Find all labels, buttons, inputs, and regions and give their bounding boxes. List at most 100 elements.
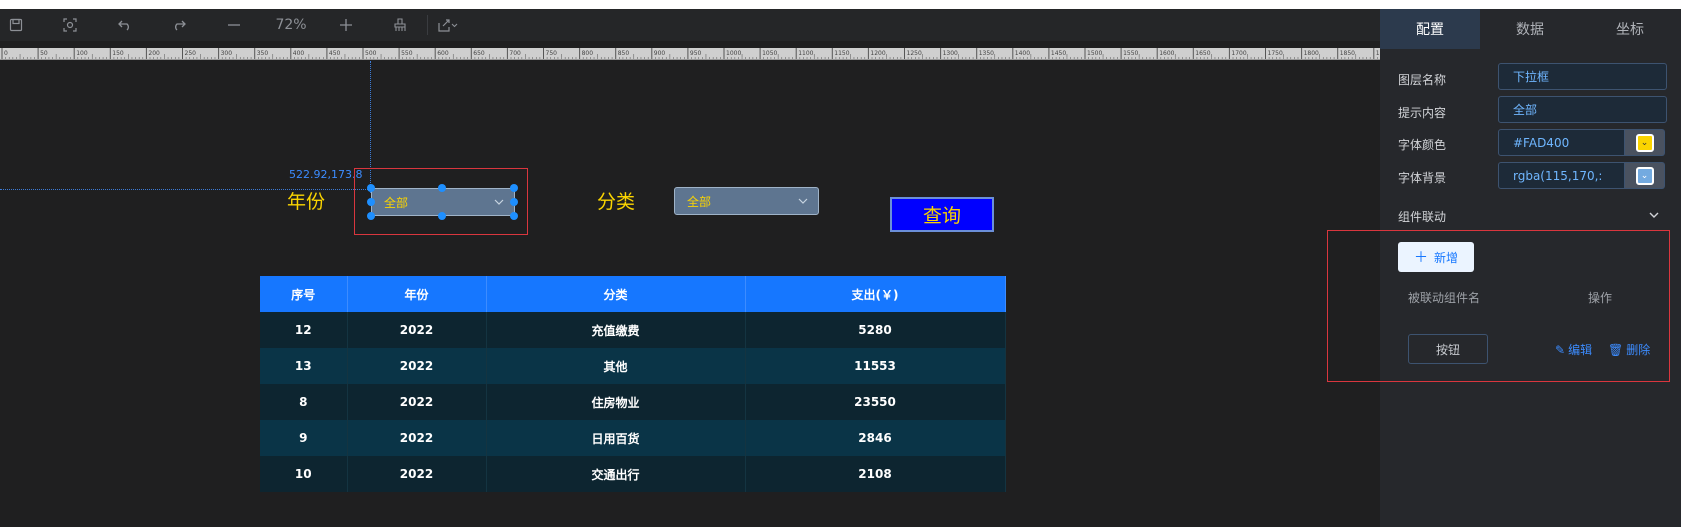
save-icon[interactable]	[8, 15, 24, 35]
ruler-tick-label: 700	[509, 50, 521, 57]
config-panel: 配置 数据 坐标 图层名称 下拉框 提示内容 全部 字体颜色 #FAD400 ⌄…	[1327, 9, 1681, 527]
clear-icon[interactable]	[392, 15, 408, 35]
resize-handle[interactable]	[438, 212, 446, 220]
font-bg-picker[interactable]: ⌄	[1625, 162, 1665, 189]
table-cell: 13	[260, 348, 348, 384]
ruler-tick-label: 1450	[1051, 50, 1066, 57]
ruler-tick-label: 1350	[979, 50, 994, 57]
linkage-highlight-frame	[1327, 230, 1670, 382]
table-row[interactable]: 10 2022 交通出行 2108	[260, 456, 1006, 492]
ruler-tick-label: 1600	[1159, 50, 1174, 57]
ruler-tick-label: 1550	[1123, 50, 1138, 57]
table-cell: 交通出行	[486, 456, 746, 492]
query-button[interactable]: 查询	[890, 197, 994, 232]
linked-component-name[interactable]: 按钮	[1408, 334, 1488, 364]
ruler-tick-label: 300	[221, 50, 233, 57]
resize-handle[interactable]	[367, 184, 375, 192]
ruler-tick-label: 1300	[943, 50, 958, 57]
edit-icon: ✎	[1555, 342, 1566, 357]
table-row[interactable]: 13 2022 其他 11553	[260, 348, 1006, 384]
ruler-tick-label: 0	[4, 50, 8, 57]
table-cell: 住房物业	[486, 384, 746, 420]
toolbar: 72%	[0, 9, 1380, 41]
year-select-value: 全部	[384, 195, 409, 210]
ruler-tick-label: 1850	[1340, 50, 1355, 57]
ruler-tick-label: 550	[401, 50, 413, 57]
table-cell: 12	[260, 312, 348, 348]
layer-name-label: 图层名称	[1398, 73, 1447, 87]
table-cell: 2022	[347, 348, 487, 384]
zoom-level: 72%	[275, 17, 307, 33]
table-row[interactable]: 9 2022 日用百货 2846	[260, 420, 1006, 456]
ruler-tick-label: 1750	[1268, 50, 1283, 57]
delete-link[interactable]: 🗑 删除	[1608, 341, 1650, 358]
zoom-out-icon[interactable]	[226, 15, 242, 35]
table-row[interactable]: 8 2022 住房物业 23550	[260, 384, 1006, 420]
resize-handle[interactable]	[438, 184, 446, 192]
ruler-tick-label: 1500	[1087, 50, 1102, 57]
ruler-tick-label: 400	[293, 50, 305, 57]
font-bg-input[interactable]: rgba(115,170,:	[1498, 162, 1625, 189]
resize-handle[interactable]	[367, 212, 375, 220]
table-cell: 2108	[745, 456, 1006, 492]
zoom-in-icon[interactable]	[338, 15, 354, 35]
delete-label: 删除	[1626, 343, 1651, 357]
design-canvas[interactable]: 522.92,173.8 年份 全部 分类 全部 查询 序号 年份 分类 支出(…	[0, 61, 1380, 527]
font-bg-label: 字体背景	[1398, 171, 1447, 185]
data-table: 序号 年份 分类 支出(￥) 12 2022 充值缴费 5280 13 2022…	[260, 276, 1006, 492]
ruler-tick-label: 500	[365, 50, 377, 57]
column-header: 分类	[486, 276, 746, 312]
ruler-tick-label: 350	[257, 50, 269, 57]
ruler-tick-label: 1400	[1015, 50, 1030, 57]
horizontal-ruler: 0 50 100 150 200 250 300 350 400 450 500 550 600 650 7…	[0, 48, 1380, 60]
linked-component-column: 被联动组件名	[1408, 291, 1481, 305]
ruler-tick-label: 100	[76, 50, 88, 57]
ruler-tick-label: 450	[329, 50, 341, 57]
chevron-down-icon	[798, 198, 808, 204]
export-icon[interactable]	[436, 15, 460, 35]
category-select-value: 全部	[687, 194, 712, 209]
focus-icon[interactable]	[62, 15, 78, 35]
undo-icon[interactable]	[117, 15, 133, 35]
chevron-down-icon[interactable]	[1648, 210, 1660, 220]
tab-data[interactable]: 数据	[1480, 9, 1580, 49]
resize-handle[interactable]	[510, 198, 518, 206]
ruler-tick-label: 1200	[870, 50, 885, 57]
ruler-tick-label: 50	[40, 50, 48, 57]
table-cell: 2022	[347, 312, 487, 348]
chevron-down-icon: ⌄	[1635, 133, 1654, 152]
column-header: 序号	[260, 276, 348, 312]
table-cell: 23550	[745, 384, 1006, 420]
plus-icon: ＋	[1413, 250, 1428, 266]
column-header: 年份	[347, 276, 487, 312]
year-label: 年份	[287, 191, 326, 213]
ruler-tick-label: 800	[582, 50, 594, 57]
layer-name-input[interactable]: 下拉框	[1498, 63, 1667, 90]
edit-label: 编辑	[1568, 343, 1593, 357]
table-cell: 2022	[347, 420, 487, 456]
resize-handle[interactable]	[510, 184, 518, 192]
editor-app: 72% 0 50 100 150 200 250 300 350 400 450 500 550 600…	[0, 9, 1681, 527]
hint-label: 提示内容	[1398, 106, 1447, 120]
edit-link[interactable]: ✎ 编辑	[1555, 341, 1592, 358]
ruler-tick-label: 1150	[834, 50, 849, 57]
table-cell: 日用百货	[486, 420, 746, 456]
category-select[interactable]: 全部	[674, 187, 819, 215]
table-cell: 其他	[486, 348, 746, 384]
font-color-label: 字体颜色	[1398, 138, 1447, 152]
tab-coordinates[interactable]: 坐标	[1580, 9, 1680, 49]
table-row[interactable]: 12 2022 充值缴费 5280	[260, 312, 1006, 348]
table-cell: 2022	[347, 384, 487, 420]
add-linkage-button[interactable]: ＋ 新增	[1398, 242, 1474, 272]
table-cell: 10	[260, 456, 348, 492]
font-color-picker[interactable]: ⌄	[1625, 129, 1665, 156]
column-header: 支出(￥)	[745, 276, 1006, 312]
hint-input[interactable]: 全部	[1498, 96, 1667, 123]
ruler-tick-label: 1700	[1231, 50, 1246, 57]
font-color-input[interactable]: #FAD400	[1498, 129, 1625, 156]
tab-config[interactable]: 配置	[1380, 9, 1480, 49]
redo-icon[interactable]	[171, 15, 187, 35]
resize-handle[interactable]	[367, 198, 375, 206]
resize-handle[interactable]	[510, 212, 518, 220]
ruler-tick-label: 1250	[907, 50, 922, 57]
